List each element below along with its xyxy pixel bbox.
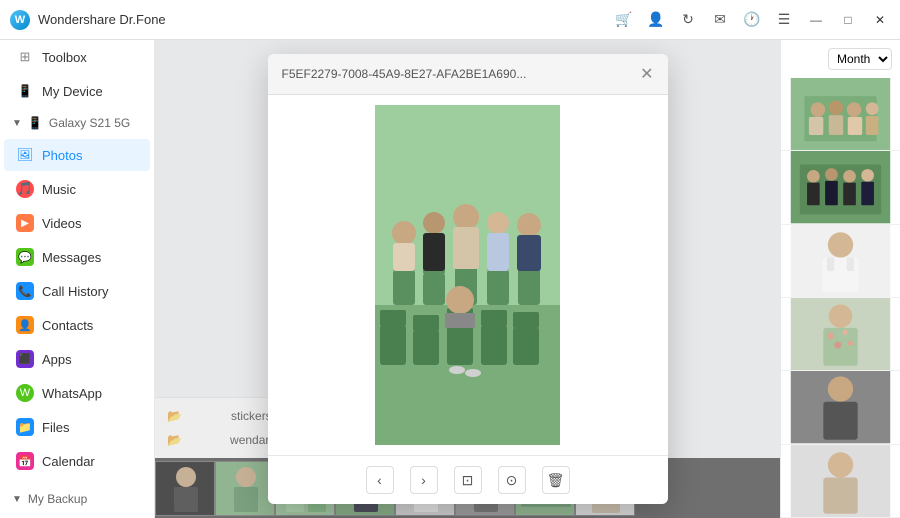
files-icon: 📁 — [16, 418, 34, 436]
copy-button[interactable]: ⊡ — [454, 466, 482, 494]
apps-icon: ⬛ — [16, 350, 34, 368]
sidebar: ⊞ Toolbox 📱 My Device ▼ 📱 Galaxy S21 5G … — [0, 40, 155, 518]
mail-icon[interactable]: ✉ — [710, 10, 730, 30]
device-name: Galaxy S21 5G — [49, 116, 130, 130]
thumbnail-6[interactable] — [781, 445, 900, 518]
sidebar-item-whatsapp-label: WhatsApp — [42, 386, 102, 401]
thumbnail-3[interactable] — [781, 225, 900, 298]
sidebar-item-call-history[interactable]: 📞 Call History — [4, 275, 150, 307]
thumb-img-5 — [781, 371, 900, 443]
app-title: Wondershare Dr.Fone — [38, 12, 614, 27]
main-layout: ⊞ Toolbox 📱 My Device ▼ 📱 Galaxy S21 5G … — [0, 40, 900, 518]
sidebar-device-section[interactable]: ▼ 📱 Galaxy S21 5G — [0, 108, 154, 138]
thumb-img-4 — [781, 298, 900, 370]
photo-viewer-modal: F5EF2279-7008-45A9-8E27-AFA2BE1A690... ✕ — [268, 54, 668, 504]
modal-navigation: ‹ › ⊡ ⊙ 🗑 — [268, 455, 668, 504]
sidebar-item-photos-label: Photos — [42, 148, 82, 163]
caret-down-icon: ▼ — [12, 118, 22, 129]
sidebar-item-photos[interactable]: 🖼 Photos — [4, 139, 150, 171]
user-icon[interactable]: 👤 — [646, 10, 666, 30]
menu-icon[interactable]: ☰ — [774, 10, 794, 30]
close-button[interactable]: ✕ — [870, 10, 890, 30]
modal-header: F5EF2279-7008-45A9-8E27-AFA2BE1A690... ✕ — [268, 54, 668, 95]
thumb-img-6 — [781, 445, 900, 517]
call-history-icon: 📞 — [16, 282, 34, 300]
sidebar-item-messages[interactable]: 💬 Messages — [4, 241, 150, 273]
history-icon[interactable]: 🕐 — [742, 10, 762, 30]
refresh-icon[interactable]: ↻ — [678, 10, 698, 30]
logo-letter: W — [15, 14, 25, 26]
whatsapp-icon: W — [16, 384, 34, 402]
maximize-button[interactable]: □ — [838, 10, 858, 30]
device-icon: 📱 — [28, 116, 43, 130]
sidebar-item-files-label: Files — [42, 420, 69, 435]
sidebar-item-videos[interactable]: ▶ Videos — [4, 207, 150, 239]
thumbnail-4[interactable] — [781, 298, 900, 371]
titlebar-actions: 🛒 👤 ↻ ✉ 🕐 ☰ — □ ✕ — [614, 10, 890, 30]
music-icon: 🎵 — [16, 180, 34, 198]
sidebar-item-whatsapp[interactable]: W WhatsApp — [4, 377, 150, 409]
backup-label: My Backup — [28, 492, 87, 506]
sidebar-item-music-label: Music — [42, 182, 76, 197]
videos-icon: ▶ — [16, 214, 34, 232]
thumbnail-1[interactable] — [781, 78, 900, 151]
thumb-img-1 — [781, 78, 900, 150]
zoom-button[interactable]: ⊙ — [498, 466, 526, 494]
app-logo: W — [10, 10, 30, 30]
modal-image-area — [268, 95, 668, 455]
prev-button[interactable]: ‹ — [366, 466, 394, 494]
sidebar-item-messages-label: Messages — [42, 250, 101, 265]
content-area: Month Day Year — [155, 40, 900, 518]
thumb-header: Month Day Year — [781, 40, 900, 78]
caret-down-icon-backup: ▼ — [12, 494, 22, 505]
photos-icon: 🖼 — [16, 146, 34, 164]
sidebar-item-music[interactable]: 🎵 Music — [4, 173, 150, 205]
sidebar-backup-section[interactable]: ▼ My Backup — [0, 484, 154, 514]
messages-icon: 💬 — [16, 248, 34, 266]
thumb-img-3 — [781, 225, 900, 297]
thumbnail-5[interactable] — [781, 371, 900, 444]
sidebar-item-my-device[interactable]: 📱 My Device — [4, 75, 150, 107]
my-device-icon: 📱 — [16, 82, 34, 100]
thumb-img-2 — [781, 151, 900, 223]
minimize-button[interactable]: — — [806, 10, 826, 30]
sidebar-item-apps-label: Apps — [42, 352, 72, 367]
titlebar: W Wondershare Dr.Fone 🛒 👤 ↻ ✉ 🕐 ☰ — □ ✕ — [0, 0, 900, 40]
sidebar-item-calendar-label: Calendar — [42, 454, 95, 469]
sidebar-item-call-history-label: Call History — [42, 284, 108, 299]
contacts-icon: 👤 — [16, 316, 34, 334]
thumbnail-2[interactable] — [781, 151, 900, 224]
toolbox-icon: ⊞ — [16, 48, 34, 66]
sidebar-item-contacts[interactable]: 👤 Contacts — [4, 309, 150, 341]
thumbnail-rail: Month Day Year — [780, 40, 900, 518]
modal-close-button[interactable]: ✕ — [640, 64, 653, 84]
sidebar-item-toolbox[interactable]: ⊞ Toolbox — [4, 41, 150, 73]
sidebar-item-videos-label: Videos — [42, 216, 82, 231]
modal-filename: F5EF2279-7008-45A9-8E27-AFA2BE1A690... — [282, 67, 527, 81]
delete-button[interactable]: 🗑 — [542, 466, 570, 494]
sidebar-item-calendar[interactable]: 📅 Calendar — [4, 445, 150, 477]
cart-icon[interactable]: 🛒 — [614, 10, 634, 30]
calendar-icon: 📅 — [16, 452, 34, 470]
month-select[interactable]: Month Day Year — [828, 48, 892, 70]
photo-viewer-overlay: F5EF2279-7008-45A9-8E27-AFA2BE1A690... ✕ — [155, 40, 780, 518]
next-button[interactable]: › — [410, 466, 438, 494]
main-photo — [375, 105, 560, 445]
sidebar-item-toolbox-label: Toolbox — [42, 50, 87, 65]
sidebar-item-my-device-label: My Device — [42, 84, 103, 99]
sidebar-item-files[interactable]: 📁 Files — [4, 411, 150, 443]
sidebar-item-apps[interactable]: ⬛ Apps — [4, 343, 150, 375]
sidebar-item-contacts-label: Contacts — [42, 318, 93, 333]
